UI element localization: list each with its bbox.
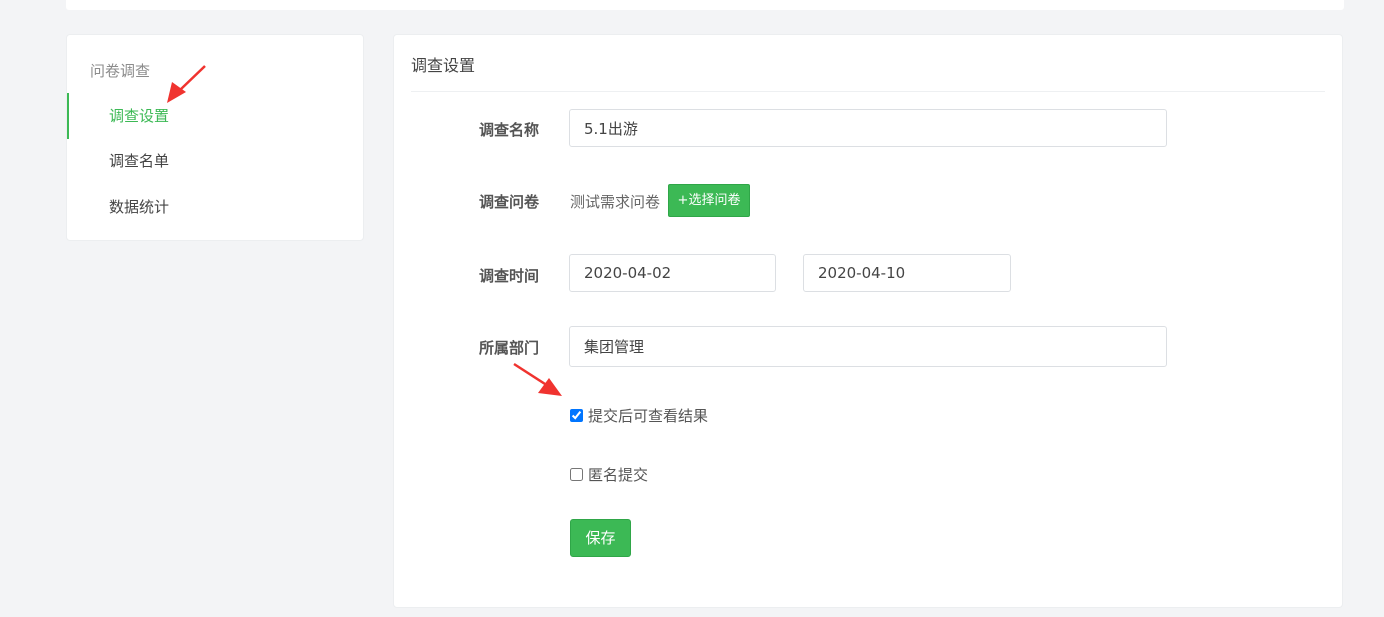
anonymous-label: 匿名提交	[588, 466, 649, 484]
view-result-checkbox-row[interactable]: 提交后可查看结果	[570, 405, 708, 426]
questionnaire-value: 测试需求问卷	[570, 193, 661, 211]
department-input[interactable]	[569, 326, 1167, 367]
view-result-checkbox[interactable]	[570, 409, 583, 422]
main-panel: 调查设置 调查名称 调查问卷 测试需求问卷 +选择问卷 调查时间 所属部门 提交…	[393, 34, 1343, 608]
anonymous-checkbox[interactable]	[570, 468, 583, 481]
survey-name-label: 调查名称	[479, 121, 540, 139]
survey-name-input[interactable]	[569, 109, 1167, 147]
sidebar-item-statistics[interactable]: 数据统计	[67, 184, 363, 230]
save-button[interactable]: 保存	[570, 519, 631, 557]
start-date-input[interactable]	[569, 254, 776, 292]
sidebar-item-survey-settings[interactable]: 调查设置	[67, 93, 363, 139]
select-questionnaire-button[interactable]: +选择问卷	[668, 184, 750, 217]
title-divider	[411, 91, 1325, 92]
anonymous-checkbox-row[interactable]: 匿名提交	[570, 464, 648, 485]
end-date-input[interactable]	[803, 254, 1011, 292]
sidebar-item-label: 数据统计	[109, 198, 170, 216]
sidebar-item-label: 调查名单	[109, 152, 170, 170]
sidebar-item-survey-list[interactable]: 调查名单	[67, 138, 363, 184]
questionnaire-label: 调查问卷	[479, 193, 540, 211]
sidebar-header: 问卷调查	[90, 62, 151, 80]
top-card	[66, 0, 1344, 10]
department-label: 所属部门	[479, 339, 540, 357]
sidebar: 问卷调查 调查设置 调查名单 数据统计	[66, 34, 364, 241]
survey-time-label: 调查时间	[479, 267, 540, 285]
page-title: 调查设置	[411, 56, 476, 75]
view-result-label: 提交后可查看结果	[588, 407, 709, 425]
sidebar-item-label: 调查设置	[109, 107, 170, 125]
